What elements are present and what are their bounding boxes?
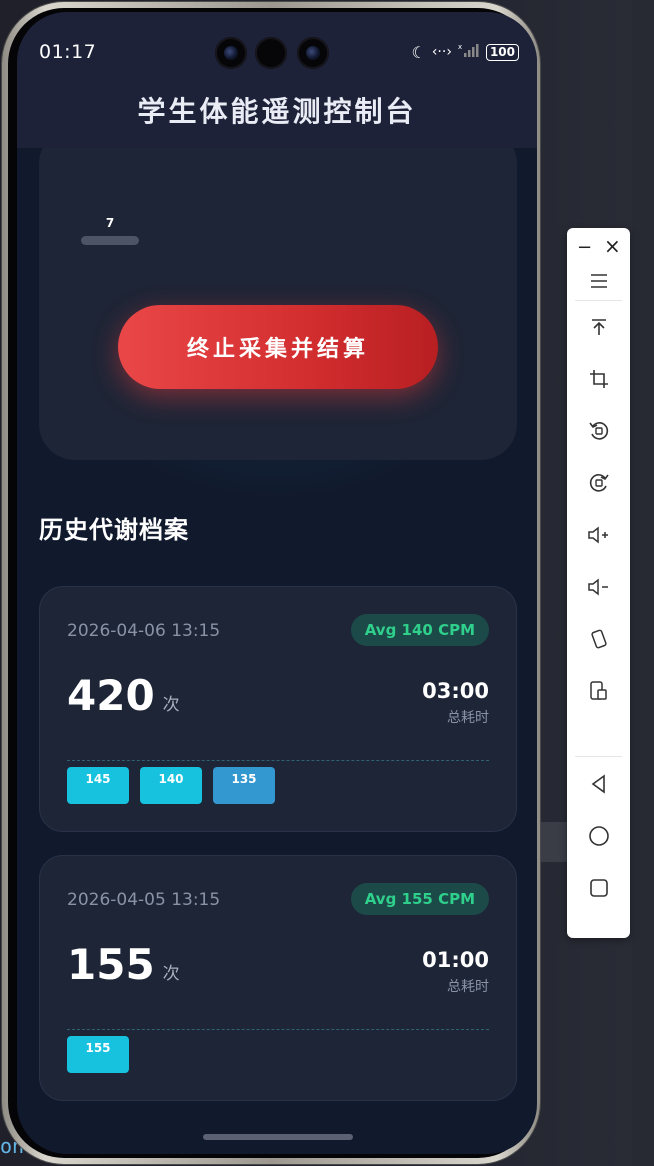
- screenshot-icon[interactable]: [580, 672, 617, 709]
- status-time: 01:17: [39, 41, 97, 63]
- stop-and-settle-button[interactable]: 终止采集并结算: [118, 305, 438, 389]
- signal-icon: x: [458, 42, 480, 62]
- record-date: 2026-04-05 13:15: [67, 890, 221, 910]
- record-date: 2026-04-06 13:15: [67, 621, 221, 641]
- moon-icon: ☾: [411, 42, 426, 62]
- camera-icon: [215, 37, 247, 69]
- minimize-icon[interactable]: −: [577, 237, 592, 258]
- desktop-panel-strip: [632, 0, 654, 1166]
- history-record-card[interactable]: 2026-04-05 13:15 Avg 155 CPM 155 次 01:00…: [39, 855, 517, 1101]
- minute-chip: 135: [213, 767, 275, 804]
- toolbar-separator: [575, 756, 622, 757]
- duration-label: 总耗时: [447, 979, 489, 995]
- svg-text:x: x: [458, 43, 462, 51]
- duration-value: 01:00: [422, 948, 489, 972]
- record-count: 420 次: [67, 671, 180, 720]
- avg-cpm-badge: Avg 140 CPM: [350, 614, 489, 646]
- back-icon[interactable]: [580, 765, 617, 802]
- beat-bar: [81, 236, 139, 245]
- minute-chips: 145 140 135: [67, 767, 275, 804]
- close-icon[interactable]: ×: [604, 234, 621, 258]
- front-sensor-icon: [255, 37, 287, 69]
- phone-screen: 01:17 ☾ ‹··› x 100 学生体能遥测控制台 7 终止采集并结算 历…: [17, 12, 537, 1154]
- record-duration: 03:00 总耗时: [422, 679, 489, 727]
- crop-icon[interactable]: [580, 360, 617, 397]
- app-title: 学生体能遥测控制台: [137, 95, 417, 128]
- record-duration: 01:00 总耗时: [422, 948, 489, 996]
- dashed-divider: [67, 1029, 489, 1030]
- control-card: 7 终止采集并结算: [39, 128, 517, 460]
- record-count: 155 次: [67, 940, 180, 989]
- count-value: 155: [67, 940, 155, 989]
- avg-cpm-badge: Avg 155 CPM: [350, 883, 489, 915]
- duration-value: 03:00: [422, 679, 489, 703]
- toolbar-titlebar: − ×: [567, 234, 630, 264]
- camera-icon: [297, 37, 329, 69]
- recents-icon[interactable]: [580, 869, 617, 906]
- toolbar-separator: [575, 300, 622, 301]
- menu-icon[interactable]: [580, 262, 617, 299]
- minute-chips: 155: [67, 1036, 129, 1073]
- minute-chip: 140: [140, 767, 202, 804]
- volume-up-icon[interactable]: [580, 516, 617, 553]
- volume-down-icon[interactable]: [580, 568, 617, 605]
- beat-label: 7: [105, 216, 115, 230]
- shake-icon[interactable]: [580, 620, 617, 657]
- minute-chip: 155: [67, 1036, 129, 1073]
- app-header: 01:17 ☾ ‹··› x 100 学生体能遥测控制台: [17, 12, 537, 148]
- count-value: 420: [67, 671, 155, 720]
- home-icon[interactable]: [580, 817, 617, 854]
- duration-label: 总耗时: [447, 710, 489, 726]
- home-indicator[interactable]: [203, 1134, 353, 1140]
- minute-chip: 145: [67, 767, 129, 804]
- beat-indicator: 7: [81, 216, 139, 245]
- history-title: 历史代谢档案: [39, 516, 189, 544]
- rotate-right-icon[interactable]: [580, 464, 617, 501]
- battery-icon: 100: [485, 43, 519, 61]
- history-record-card[interactable]: 2026-04-06 13:15 Avg 140 CPM 420 次 03:00…: [39, 586, 517, 832]
- emulator-toolbar: − ×: [567, 228, 630, 938]
- status-icons: ☾ ‹··› x 100: [411, 42, 519, 62]
- pin-top-icon[interactable]: [580, 308, 617, 345]
- count-unit: 次: [162, 964, 180, 984]
- dashed-divider: [67, 760, 489, 761]
- rotate-left-icon[interactable]: [580, 412, 617, 449]
- count-unit: 次: [162, 695, 180, 715]
- data-transfer-icon: ‹··›: [431, 44, 452, 60]
